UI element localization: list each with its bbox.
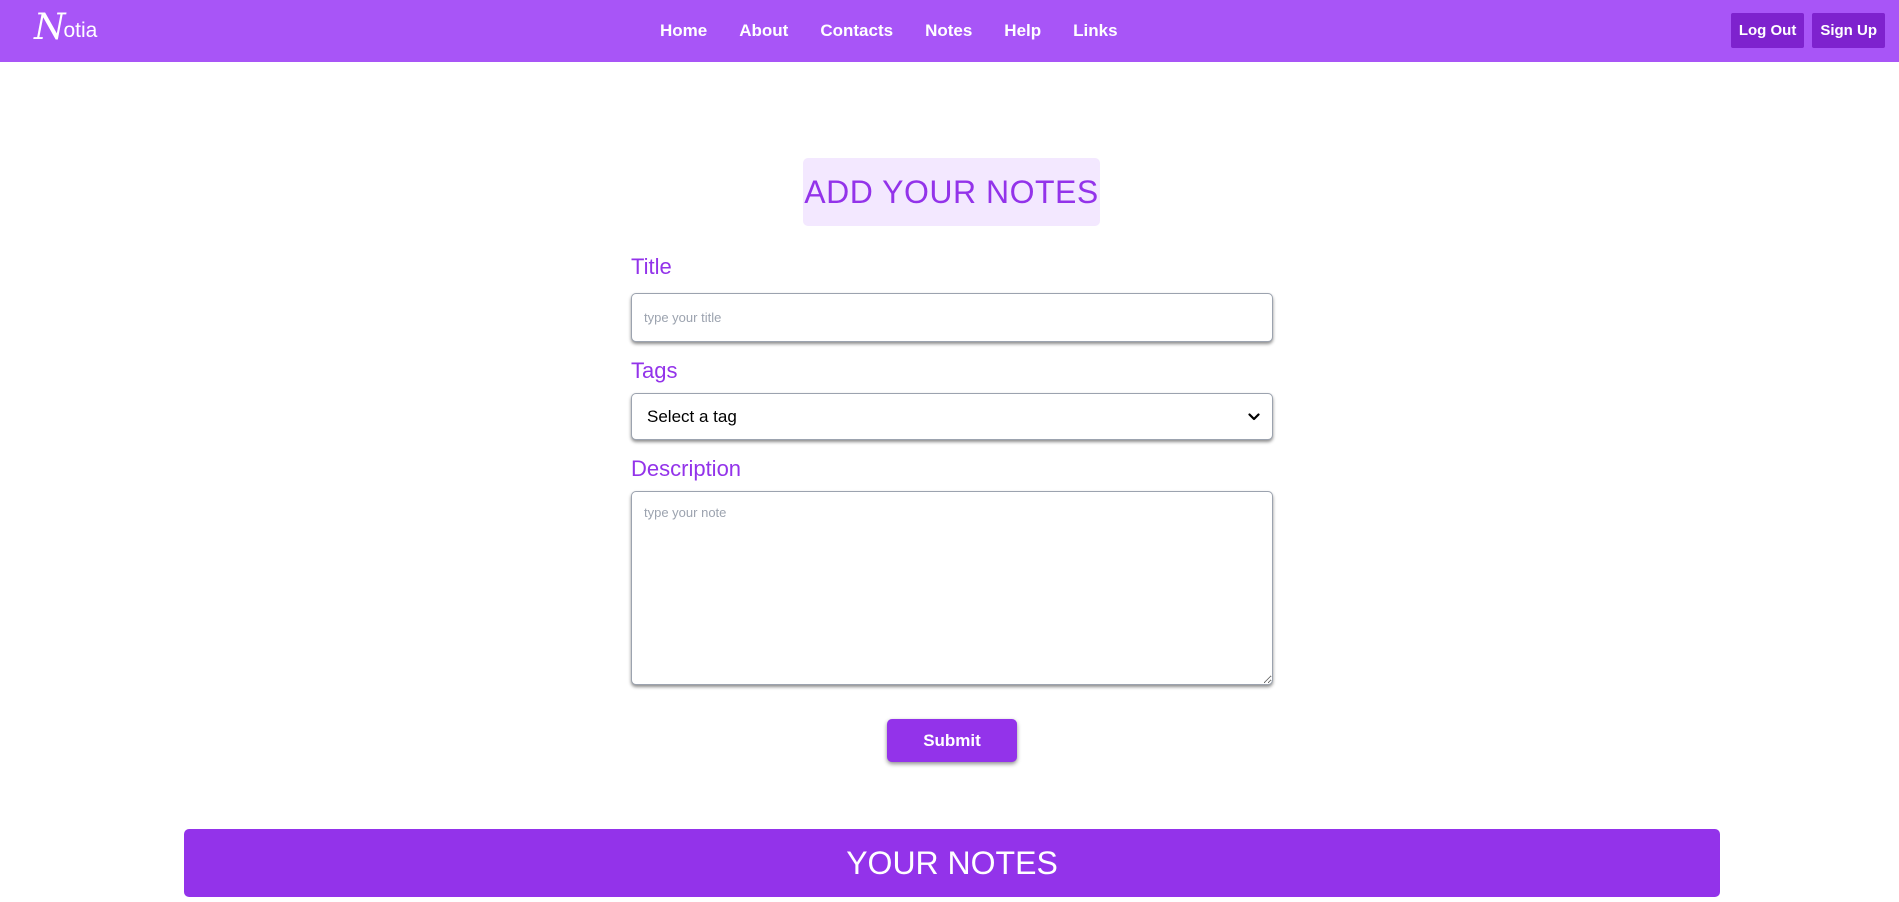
- form-heading: ADD YOUR NOTES: [803, 158, 1100, 226]
- logo-initial: N: [34, 7, 66, 48]
- nav-link-notes[interactable]: Notes: [925, 21, 972, 41]
- nav-links: Home About Contacts Notes Help Links: [660, 0, 1150, 62]
- logo-text: otia: [63, 19, 98, 42]
- chevron-down-icon: [1248, 412, 1260, 420]
- tags-label: Tags: [631, 358, 678, 383]
- nav-link-home[interactable]: Home: [660, 21, 707, 41]
- nav-link-help[interactable]: Help: [1004, 21, 1041, 41]
- tags-select-value: Select a tag: [647, 406, 737, 426]
- signup-button[interactable]: Sign Up: [1812, 13, 1885, 48]
- description-textarea[interactable]: [631, 491, 1273, 685]
- auth-buttons: Log Out Sign Up: [1730, 13, 1885, 48]
- navbar: N otia Home About Contacts Notes Help Li…: [0, 0, 1899, 62]
- title-label: Title: [631, 254, 672, 279]
- tags-select[interactable]: Select a tag: [631, 393, 1273, 440]
- logout-button[interactable]: Log Out: [1730, 13, 1805, 48]
- logo[interactable]: N otia: [34, 10, 97, 46]
- nav-link-links[interactable]: Links: [1073, 21, 1117, 41]
- nav-link-contacts[interactable]: Contacts: [820, 21, 893, 41]
- nav-link-about[interactable]: About: [739, 21, 788, 41]
- title-input[interactable]: [631, 293, 1273, 342]
- description-label: Description: [631, 456, 742, 481]
- submit-button[interactable]: Submit: [887, 719, 1017, 762]
- your-notes-heading: YOUR NOTES: [184, 829, 1720, 897]
